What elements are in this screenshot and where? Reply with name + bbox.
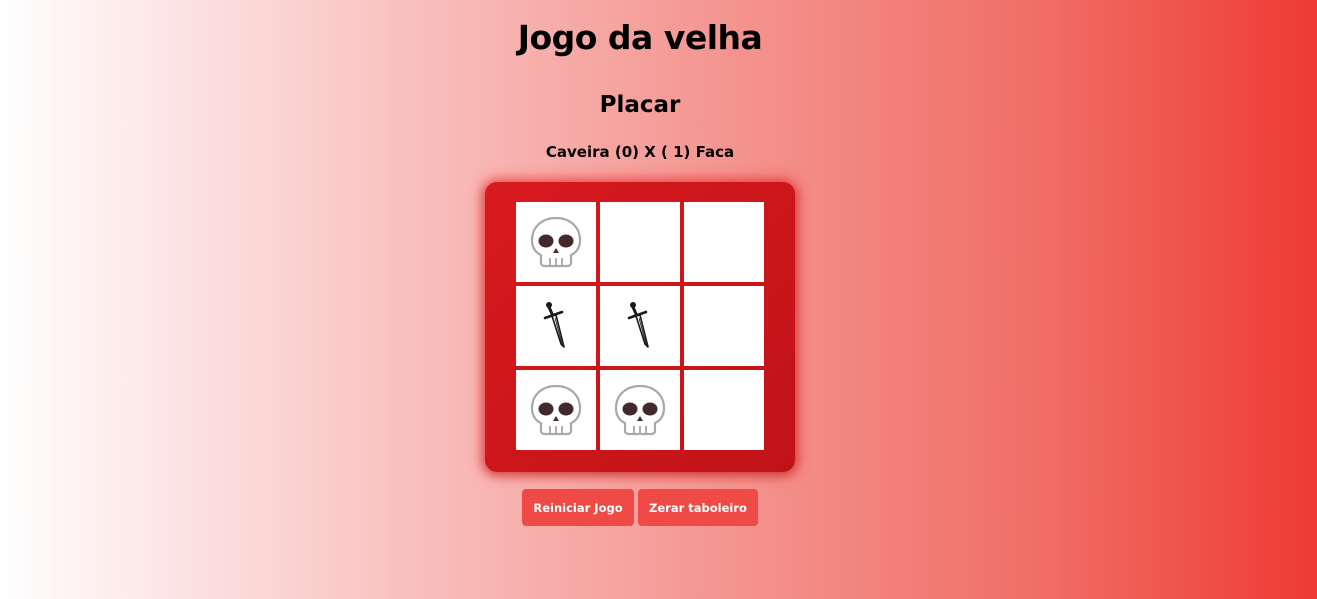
dagger-icon bbox=[543, 302, 565, 348]
page-title: Jogo da velha bbox=[517, 18, 763, 57]
skull-piece bbox=[528, 214, 584, 270]
dagger-icon bbox=[627, 302, 649, 348]
board-grid bbox=[516, 202, 764, 450]
game-board bbox=[485, 182, 795, 472]
skull-piece bbox=[528, 382, 584, 438]
board-cell[interactable] bbox=[684, 370, 764, 450]
board-cell[interactable] bbox=[600, 202, 680, 282]
restart-game-button[interactable]: Reiniciar Jogo bbox=[522, 489, 634, 526]
board-cell[interactable] bbox=[600, 370, 680, 450]
scoreboard-text: Caveira (0) X ( 1) Faca bbox=[545, 143, 735, 161]
dagger-piece bbox=[541, 301, 571, 351]
reset-board-button[interactable]: Zerar taboleiro bbox=[638, 489, 758, 526]
skull-icon bbox=[530, 384, 582, 436]
board-cell[interactable] bbox=[516, 202, 596, 282]
skull-icon bbox=[614, 384, 666, 436]
board-cell[interactable] bbox=[516, 286, 596, 366]
board-cell[interactable] bbox=[684, 202, 764, 282]
board-cell[interactable] bbox=[516, 370, 596, 450]
dagger-piece bbox=[625, 301, 655, 351]
board-cell[interactable] bbox=[684, 286, 764, 366]
skull-piece bbox=[612, 382, 668, 438]
board-cell[interactable] bbox=[600, 286, 680, 366]
skull-icon bbox=[530, 216, 582, 268]
action-buttons: Reiniciar Jogo Zerar taboleiro bbox=[522, 489, 758, 526]
scoreboard-heading: Placar bbox=[599, 92, 681, 118]
